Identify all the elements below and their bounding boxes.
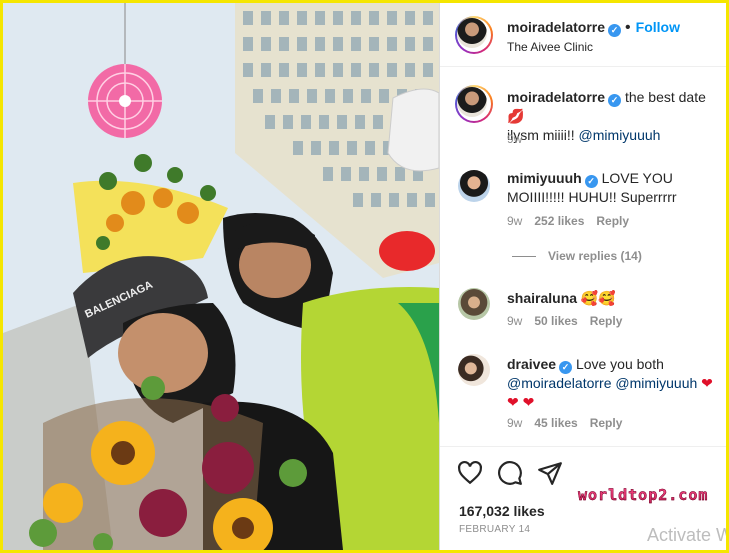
heart-icon[interactable] [457, 460, 483, 486]
lips-emoji-icon: 💋 [507, 108, 525, 124]
reply-button[interactable]: Reply [596, 214, 629, 228]
reply-button[interactable]: Reply [590, 416, 623, 430]
comment-username[interactable]: mimiyuuuh [507, 170, 582, 186]
comment-time: 9w [507, 416, 523, 430]
verified-badge-icon: ✓ [608, 24, 622, 37]
commenter-avatar[interactable] [458, 288, 490, 320]
red-heart-emoji-icon: ❤ [701, 375, 713, 391]
comment-username[interactable]: shairaluna [507, 290, 577, 306]
verified-badge-icon: ✓ [559, 361, 573, 374]
post-header: moiradelatorre ✓ • Follow The Aivee Clinic [440, 3, 726, 67]
separator-dot: • [625, 19, 631, 36]
caption-time: 9w [507, 132, 523, 146]
caption-avatar[interactable] [455, 85, 493, 123]
replies-line [512, 256, 536, 258]
verified-badge-icon: ✓ [584, 175, 598, 188]
red-heart-emoji-icon: ❤ ❤ [507, 394, 535, 410]
comment-username[interactable]: draivee [507, 356, 556, 372]
comments-panel: moiradelatorre ✓ • Follow The Aivee Clinic … [439, 3, 726, 550]
comment-text: Love you both [575, 356, 664, 372]
view-replies[interactable]: View replies (14) [512, 249, 654, 263]
view-replies-label[interactable]: View replies (14) [548, 249, 642, 263]
comment-icon[interactable] [497, 460, 523, 486]
commenter-avatar[interactable] [458, 354, 490, 386]
comment-text: 🥰🥰 [580, 290, 616, 306]
caption-text: the best date [624, 89, 706, 105]
author-username[interactable]: moiradelatorre [507, 19, 605, 35]
reply-button[interactable]: Reply [590, 314, 623, 328]
comment-mentions[interactable]: @moiradelatorre @mimiyuuuh [507, 375, 697, 391]
paper-plane-icon[interactable] [537, 460, 563, 486]
comment-likes[interactable]: 50 likes [534, 314, 577, 328]
comment-likes[interactable]: 252 likes [534, 214, 584, 228]
watermark: worldtop2.com [578, 486, 709, 504]
follow-button[interactable]: Follow [636, 19, 680, 35]
photo-illustration: BALENCIAGA [3, 3, 439, 550]
comment-time: 9w [507, 314, 523, 328]
post-actions: worldtop2.com 167,032 likes FEBRUARY 14 … [440, 446, 726, 550]
post-frame: BALENCIAGA moiradelatorre ✓ • Follow The Ai… [3, 3, 726, 550]
commenter-avatar[interactable] [458, 170, 490, 202]
comment-likes[interactable]: 45 likes [534, 416, 577, 430]
comment-time: 9w [507, 214, 523, 228]
post-photo[interactable]: BALENCIAGA [3, 3, 439, 550]
location-link[interactable]: The Aivee Clinic [507, 40, 593, 54]
post-date: FEBRUARY 14 [459, 524, 531, 535]
author-avatar[interactable] [455, 16, 493, 54]
likes-count[interactable]: 167,032 likes [459, 503, 545, 519]
caption-username[interactable]: moiradelatorre [507, 89, 605, 105]
caption-mention[interactable]: @mimiyuuuh [579, 127, 661, 143]
verified-badge-icon: ✓ [608, 94, 622, 107]
activate-windows-overlay: Activate W [647, 525, 726, 545]
